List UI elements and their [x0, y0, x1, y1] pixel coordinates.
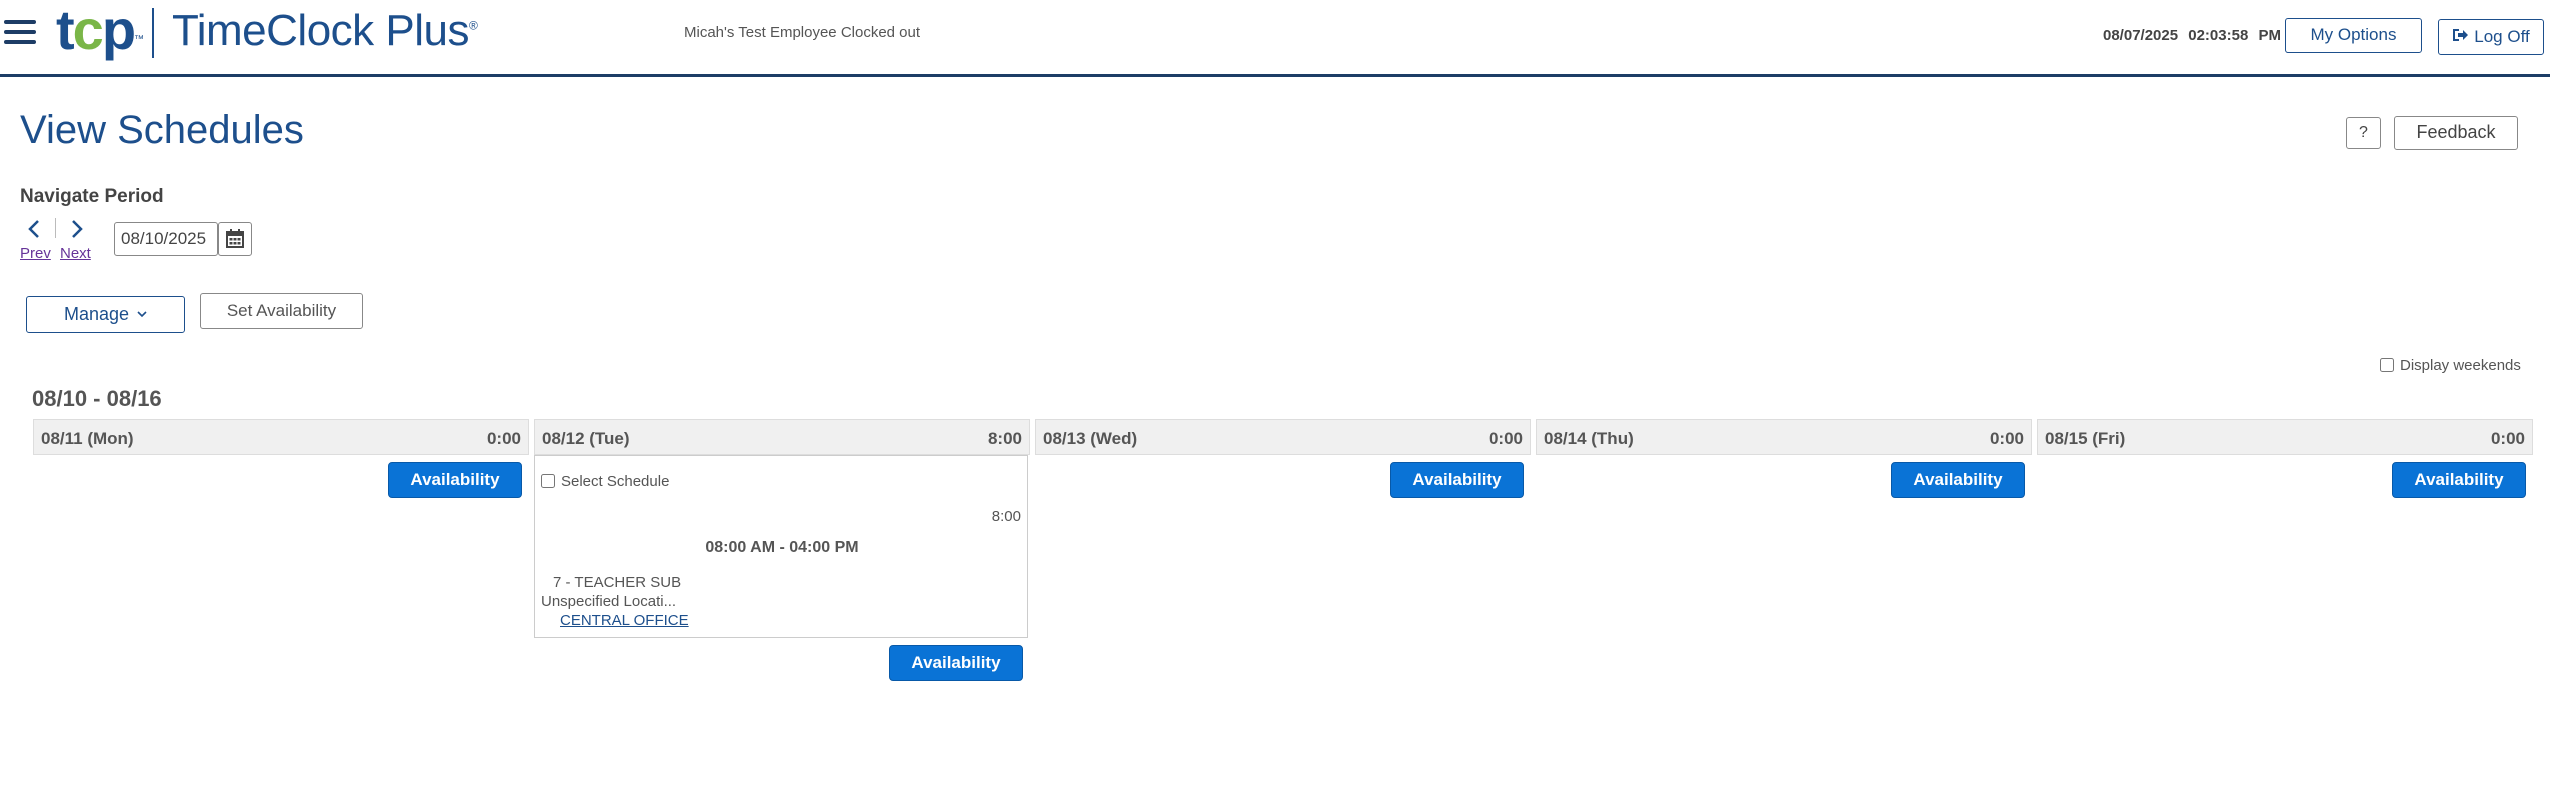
availability-button[interactable]: Availability [388, 462, 522, 498]
display-weekends-checkbox[interactable] [2380, 358, 2394, 372]
current-date: 08/07/2025 [2103, 27, 2179, 44]
sign-out-icon [2452, 21, 2469, 54]
week-range: 08/10 - 08/16 [32, 386, 162, 411]
day-date: 08/13 (Wed) [1043, 429, 1138, 448]
select-schedule-label: Select Schedule [561, 473, 670, 490]
next-arrow-icon[interactable] [61, 214, 91, 244]
hamburger-menu-icon[interactable] [4, 20, 36, 46]
day-date: 08/11 (Mon) [41, 429, 134, 448]
set-availability-button[interactable]: Set Availability [200, 293, 363, 329]
day-hours: 0:00 [1488, 429, 1523, 448]
schedule-time-range: 08:00 AM - 04:00 PM [705, 539, 859, 556]
schedule-location: Unspecified Locati... [541, 593, 677, 610]
select-schedule[interactable]: Select Schedule [541, 473, 669, 490]
day-column-tue: 08/12 (Tue) 8:00 Select Schedule 8:00 08… [534, 419, 1030, 681]
navigate-period-label: Navigate Period [20, 186, 164, 207]
availability-button[interactable]: Availability [2392, 462, 2526, 498]
page-title: View Schedules [20, 108, 304, 152]
manage-label: Manage [63, 304, 130, 324]
day-hours: 0:00 [2490, 429, 2525, 448]
period-date-input[interactable] [114, 222, 218, 256]
day-date: 08/15 (Fri) [2045, 429, 2126, 448]
display-weekends-label: Display weekends [2400, 357, 2521, 374]
app-name: TimeClock Plus® [172, 6, 478, 55]
prev-arrow-icon[interactable] [20, 214, 50, 244]
manage-dropdown-button[interactable]: Manage [26, 296, 185, 333]
day-column-wed: 08/13 (Wed) 0:00 Availability [1035, 419, 1531, 498]
day-hours: 8:00 [987, 429, 1022, 448]
day-hours: 0:00 [486, 429, 521, 448]
day-date: 08/12 (Tue) [542, 429, 630, 448]
schedule-hours: 8:00 [991, 508, 1021, 525]
availability-button[interactable]: Availability [889, 645, 1023, 681]
day-header: 08/13 (Wed) 0:00 [1035, 419, 1531, 455]
day-header: 08/14 (Thu) 0:00 [1536, 419, 2032, 455]
schedule-office-link[interactable]: CENTRAL OFFICE [560, 612, 689, 629]
feedback-button[interactable]: Feedback [2394, 116, 2518, 150]
top-header: tcptcp™ TimeClock Plus® Micah's Test Emp… [0, 0, 2550, 77]
my-options-button[interactable]: My Options [2285, 18, 2422, 53]
display-weekends-toggle[interactable]: Display weekends [2380, 357, 2521, 374]
prev-link[interactable]: Prev [20, 245, 51, 262]
next-link[interactable]: Next [60, 245, 91, 262]
day-hours: 0:00 [1989, 429, 2024, 448]
day-column-mon: 08/11 (Mon) 0:00 Availability [33, 419, 529, 498]
day-header: 08/11 (Mon) 0:00 [33, 419, 529, 455]
day-column-thu: 08/14 (Thu) 0:00 Availability [1536, 419, 2032, 498]
day-header: 08/12 (Tue) 8:00 [534, 419, 1030, 455]
help-button[interactable]: ? [2346, 117, 2381, 149]
select-schedule-checkbox[interactable] [541, 474, 555, 488]
current-time: 02:03:58 PM [2188, 27, 2281, 44]
day-column-fri: 08/15 (Fri) 0:00 Availability [2037, 419, 2533, 498]
calendar-icon [226, 229, 244, 248]
logo-divider [152, 8, 154, 58]
availability-button[interactable]: Availability [1891, 462, 2025, 498]
calendar-button[interactable] [218, 222, 252, 256]
availability-button[interactable]: Availability [1390, 462, 1524, 498]
tcp-logo: tcptcp™ [56, 0, 144, 61]
nav-separator [55, 218, 56, 238]
log-off-label: Log Off [2474, 27, 2530, 46]
log-off-button[interactable]: Log Off [2438, 19, 2544, 55]
schedule-job: 7 - TEACHER SUB [553, 574, 682, 591]
day-date: 08/14 (Thu) [1544, 429, 1634, 448]
current-datetime: 08/07/2025 02:03:58 PM [2103, 27, 2281, 44]
schedule-card[interactable]: Select Schedule 8:00 08:00 AM - 04:00 PM… [534, 455, 1028, 638]
chevron-down-icon [137, 297, 147, 331]
day-header: 08/15 (Fri) 0:00 [2037, 419, 2533, 455]
clock-status: Micah's Test Employee Clocked out [684, 24, 921, 41]
